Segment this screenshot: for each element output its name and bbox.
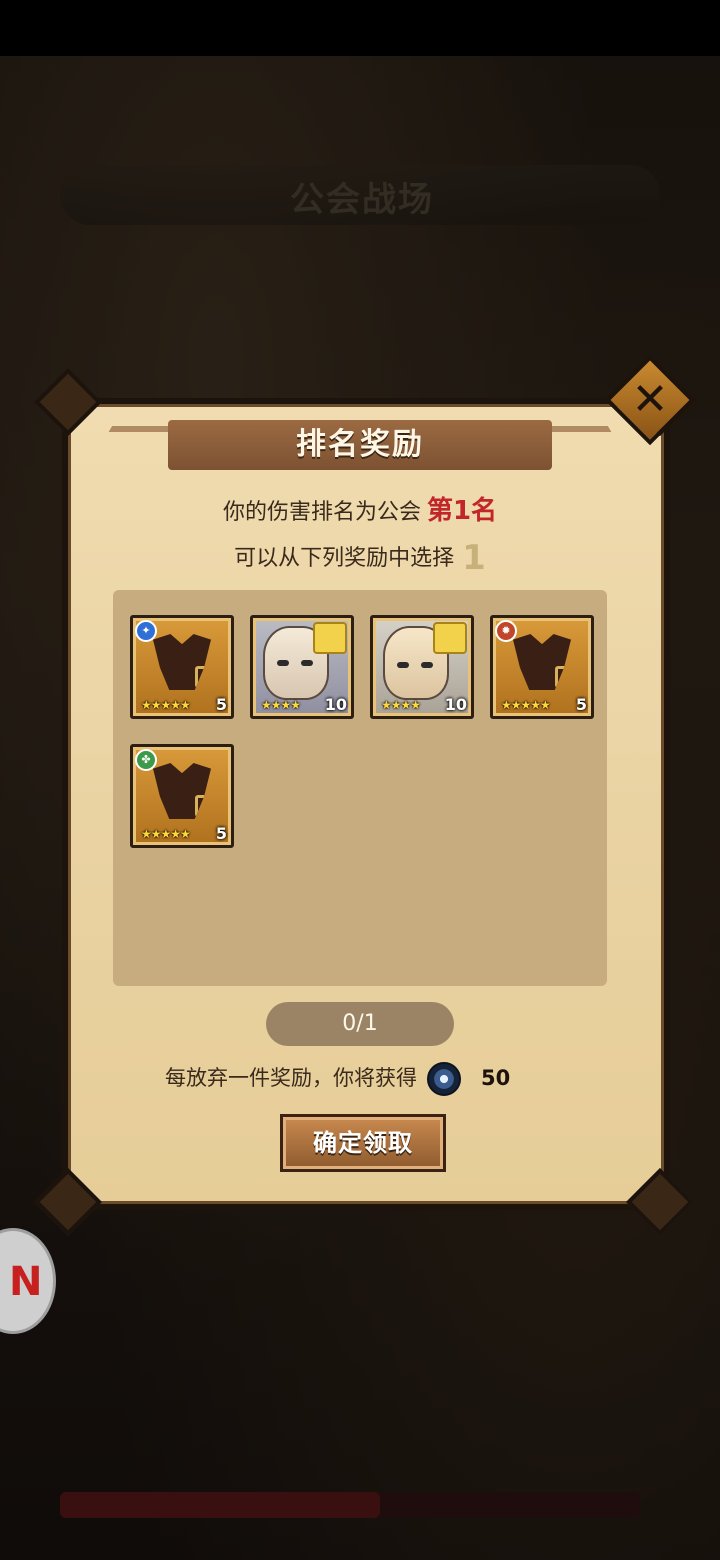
red-element-icon: ✹ <box>495 620 517 642</box>
rank-line: 你的伤害排名为公会 第1名 <box>0 490 720 527</box>
blue-element-icon: ✦ <box>135 620 157 642</box>
item-level: 5 <box>215 695 227 714</box>
status-bar <box>0 0 720 56</box>
rank-prefix: 你的伤害排名为公会 <box>222 500 421 525</box>
star-rating: ★★★★ <box>381 698 421 712</box>
armor-icon <box>153 763 211 819</box>
reward-item-hero-shard-2[interactable]: ★★★★ 10 <box>370 615 474 719</box>
armor-icon <box>153 634 211 690</box>
reward-item-armor-blue[interactable]: ✦ ★★★★★ 5 <box>130 615 234 719</box>
item-level: 5 <box>575 695 587 714</box>
star-rating: ★★★★ <box>261 698 301 712</box>
rank-value: 第1名 <box>426 496 498 526</box>
choose-prefix: 可以从下列奖励中选择 <box>234 546 455 571</box>
item-level: 5 <box>215 824 227 843</box>
green-element-icon: ✤ <box>135 749 157 771</box>
selection-progress: 0/1 <box>266 1002 454 1046</box>
dialog-title: 排名奖励 <box>296 427 424 462</box>
choose-line: 可以从下列奖励中选择 1 <box>0 538 720 578</box>
item-level: 10 <box>324 695 347 714</box>
star-rating: ★★★★★ <box>141 698 191 712</box>
reward-item-hero-shard-1[interactable]: ★★★★ 10 <box>250 615 354 719</box>
reward-item-armor-red[interactable]: ✹ ★★★★★ 5 <box>490 615 594 719</box>
discard-text: 每放弃一件奖励，你将获得 <box>165 1066 417 1090</box>
star-rating: ★★★★★ <box>501 698 551 712</box>
choose-count: 1 <box>462 538 486 578</box>
reward-item-armor-green[interactable]: ✤ ★★★★★ 5 <box>130 744 234 848</box>
puzzle-piece-icon <box>433 622 467 654</box>
discard-amount: 50 <box>481 1066 511 1090</box>
star-rating: ★★★★★ <box>141 827 191 841</box>
side-float-icon: N <box>9 1259 43 1305</box>
close-icon[interactable]: ✕ <box>618 368 682 432</box>
discard-info: 每放弃一件奖励，你将获得 50 <box>165 1062 511 1096</box>
item-level: 10 <box>444 695 467 714</box>
currency-coin-icon <box>427 1062 461 1096</box>
armor-icon <box>513 634 571 690</box>
puzzle-piece-icon <box>313 622 347 654</box>
confirm-claim-button[interactable]: 确定领取 <box>280 1114 446 1172</box>
